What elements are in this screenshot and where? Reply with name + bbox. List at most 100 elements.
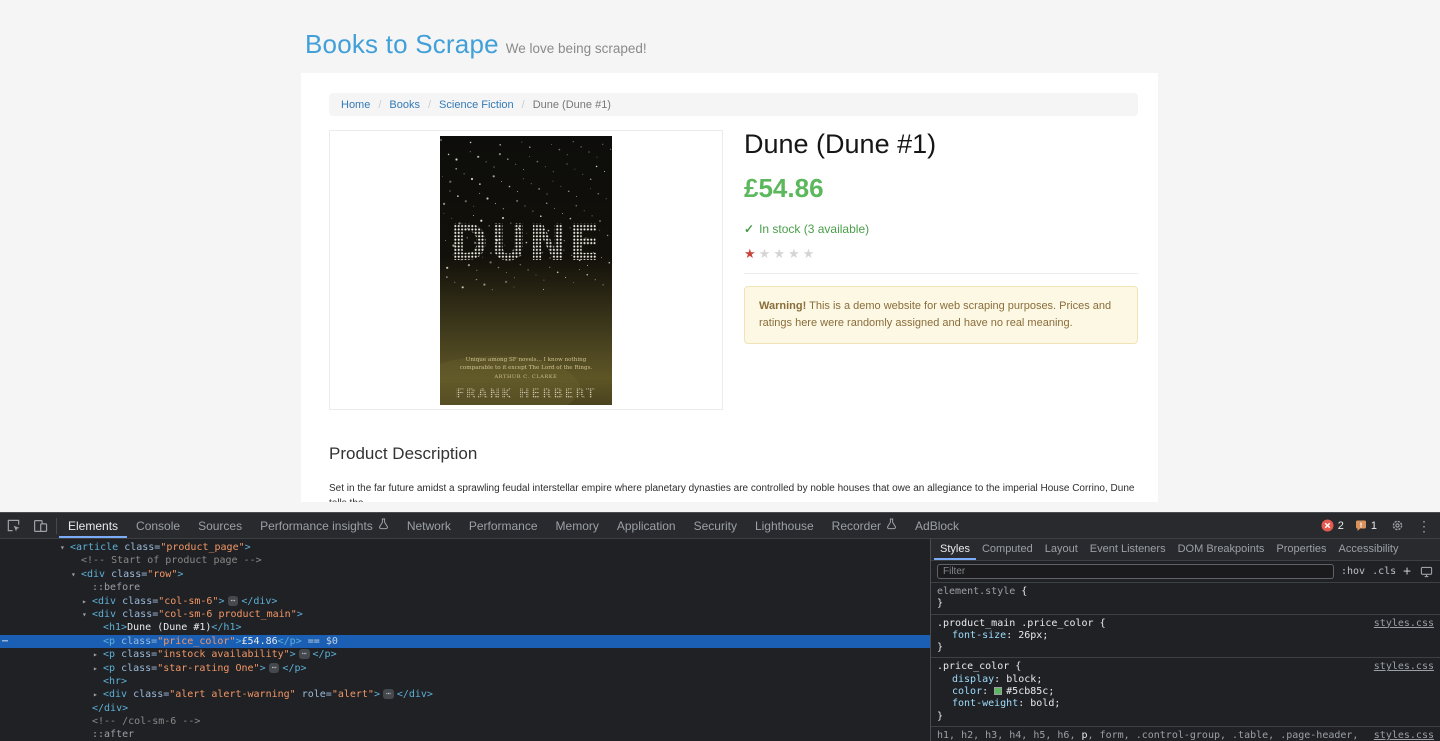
devtools-tab-lighthouse[interactable]: Lighthouse <box>746 513 823 538</box>
dom-token: <div <box>92 596 116 607</box>
breadcrumb-item-science-fiction[interactable]: Science Fiction <box>439 99 514 111</box>
stylesheet-link[interactable]: styles.css <box>1374 661 1434 673</box>
issue-count: 1 <box>1371 520 1377 532</box>
collapsed-content-ellipsis[interactable]: ⋯ <box>228 596 239 606</box>
dom-token: > <box>245 542 251 553</box>
dom-tree-row[interactable]: ▸<p class="instock availability">⋯</p> <box>0 648 930 661</box>
devtools-tab-application[interactable]: Application <box>608 513 685 538</box>
expand-arrow-icon[interactable]: ▸ <box>82 595 87 608</box>
css-declaration[interactable]: font-weight: bold; <box>937 698 1434 710</box>
settings-gear-icon[interactable] <box>1388 513 1406 538</box>
dom-tree-row[interactable]: <h1>Dune (Dune #1)</h1> <box>0 621 930 634</box>
sidebar-tab-computed[interactable]: Computed <box>976 539 1039 560</box>
dom-tree-row[interactable]: ▾<div class="row"> <box>0 568 930 581</box>
color-swatch[interactable] <box>994 687 1002 695</box>
dom-tree-row[interactable]: ▸<div class="alert alert-warning" role="… <box>0 688 930 701</box>
dom-tree-row[interactable]: ▸<div class="col-sm-6">⋯</div> <box>0 595 930 608</box>
devtools-tab-recorder[interactable]: Recorder <box>823 513 906 538</box>
expand-arrow-icon[interactable]: ▸ <box>93 662 98 675</box>
divider <box>744 273 1138 274</box>
element-classes-button[interactable]: .cls <box>1372 566 1396 577</box>
dom-token: <article <box>70 542 118 553</box>
sidebar-tab-event-listeners[interactable]: Event Listeners <box>1084 539 1172 560</box>
cover-quote-line1: Unique among SF novels... I know nothing <box>466 357 587 363</box>
css-rule[interactable]: .price_color { styles.cssdisplay: block;c… <box>931 658 1440 726</box>
cover-quote-attribution: ARTHUR C. CLARKE <box>494 374 558 380</box>
devtools-tab-console[interactable]: Console <box>127 513 189 538</box>
expand-arrow-icon[interactable]: ▸ <box>93 648 98 661</box>
css-rule-header: .price_color { styles.css <box>937 661 1434 673</box>
collapse-arrow-icon[interactable]: ▾ <box>60 541 65 554</box>
sidebar-tab-styles[interactable]: Styles <box>934 539 976 560</box>
devtools-tab-network[interactable]: Network <box>398 513 460 538</box>
dom-tree-row[interactable]: <!-- /col-sm-6 --> <box>0 715 930 728</box>
issues-badge[interactable]: 1 <box>1355 520 1377 532</box>
rendering-emulations-icon[interactable] <box>1418 559 1434 584</box>
dom-token: "product_page" <box>160 542 244 553</box>
site-header: Books to ScrapeWe love being scraped! <box>301 0 1158 73</box>
console-errors-badge[interactable]: 2 <box>1321 519 1344 532</box>
devtools-tab-memory[interactable]: Memory <box>547 513 608 538</box>
collapsed-content-ellipsis[interactable]: ⋯ <box>299 649 310 659</box>
product-description-heading: Product Description <box>329 444 1138 464</box>
collapsed-content-ellipsis[interactable]: ⋯ <box>383 689 394 699</box>
devtools-tab-elements[interactable]: Elements <box>59 513 127 538</box>
dom-token: > <box>177 569 183 580</box>
css-selector[interactable]: element.style { <box>937 586 1434 598</box>
dom-tree-row[interactable]: <!-- Start of product page --> <box>0 554 930 567</box>
error-count: 2 <box>1338 520 1344 532</box>
breadcrumb-item-home[interactable]: Home <box>341 99 370 111</box>
sidebar-tab-layout[interactable]: Layout <box>1039 539 1084 560</box>
device-toolbar-icon[interactable] <box>27 513 54 538</box>
selector-part: .price_color <box>937 661 1009 672</box>
sidebar-tab-accessibility[interactable]: Accessibility <box>1333 539 1405 560</box>
css-declaration[interactable]: display: block; <box>937 674 1434 686</box>
dom-tree-row[interactable]: ::after <box>0 728 930 741</box>
styles-sidebar: StylesComputedLayoutEvent ListenersDOM B… <box>930 539 1440 741</box>
dom-token: "col-sm-6" <box>158 596 218 607</box>
css-rule[interactable]: h1, h2, h3, h4, h5, h6, p, form, .contro… <box>931 727 1440 741</box>
collapse-arrow-icon[interactable]: ▾ <box>82 608 87 621</box>
devtools-tab-performance-insights[interactable]: Performance insights <box>251 513 398 538</box>
dom-tree-row[interactable]: ⋯<p class="price_color">£54.86</p> == $0 <box>0 635 930 648</box>
css-selector[interactable]: h1, h2, h3, h4, h5, h6, p, form, .contro… <box>937 730 1366 741</box>
collapse-arrow-icon[interactable]: ▾ <box>71 568 76 581</box>
css-selector[interactable]: .product_main .price_color { <box>937 618 1366 630</box>
preview-feature-flask-icon <box>378 518 389 533</box>
devtools-tab-sources[interactable]: Sources <box>189 513 251 538</box>
site-title-link[interactable]: Books to Scrape <box>305 29 499 59</box>
breadcrumb-item-dune-dune-1-: Dune (Dune #1) <box>533 99 611 111</box>
css-declaration[interactable]: color: #5cb85c; <box>937 686 1434 698</box>
dom-tree-row[interactable]: </div> <box>0 702 930 715</box>
css-rule-close-brace: } <box>937 598 1434 610</box>
css-property-value: 26px <box>1018 630 1042 641</box>
css-selector[interactable]: .price_color { <box>937 661 1366 673</box>
devtools-tab-performance[interactable]: Performance <box>460 513 547 538</box>
sidebar-tab-properties[interactable]: Properties <box>1270 539 1332 560</box>
dom-tree-row[interactable]: ▾<div class="col-sm-6 product_main"> <box>0 608 930 621</box>
inspect-element-icon[interactable] <box>0 513 27 538</box>
dom-token: <p <box>103 649 115 660</box>
devtools-tab-adblock[interactable]: AdBlock <box>906 513 968 538</box>
css-rule[interactable]: .product_main .price_color { styles.cssfo… <box>931 615 1440 659</box>
breadcrumb-separator: / <box>378 99 381 111</box>
sidebar-tab-dom-breakpoints[interactable]: DOM Breakpoints <box>1172 539 1271 560</box>
new-style-rule-button[interactable]: + <box>1403 567 1411 577</box>
stylesheet-link[interactable]: styles.css <box>1374 730 1434 741</box>
collapsed-content-ellipsis[interactable]: ⋯ <box>269 663 280 673</box>
node-menu-dots-icon[interactable]: ⋯ <box>2 635 7 648</box>
styles-filter-input[interactable] <box>937 564 1334 579</box>
dom-tree-row[interactable]: ▾<article class="product_page"> <box>0 541 930 554</box>
toggle-element-state-button[interactable]: :hov <box>1341 566 1365 577</box>
expand-arrow-icon[interactable]: ▸ <box>93 688 98 701</box>
dom-tree-row[interactable]: ::before <box>0 581 930 594</box>
css-rule[interactable]: element.style {} <box>931 583 1440 615</box>
more-options-icon[interactable]: ⋮ <box>1417 519 1431 533</box>
preview-feature-flask-icon <box>886 518 897 533</box>
breadcrumb-item-books[interactable]: Books <box>389 99 420 111</box>
css-declaration[interactable]: font-size: 26px; <box>937 630 1434 642</box>
dom-tree-row[interactable]: ▸<p class="star-rating One">⋯</p> <box>0 662 930 675</box>
dom-tree-row[interactable]: <hr> <box>0 675 930 688</box>
stylesheet-link[interactable]: styles.css <box>1374 618 1434 630</box>
devtools-tab-security[interactable]: Security <box>685 513 746 538</box>
